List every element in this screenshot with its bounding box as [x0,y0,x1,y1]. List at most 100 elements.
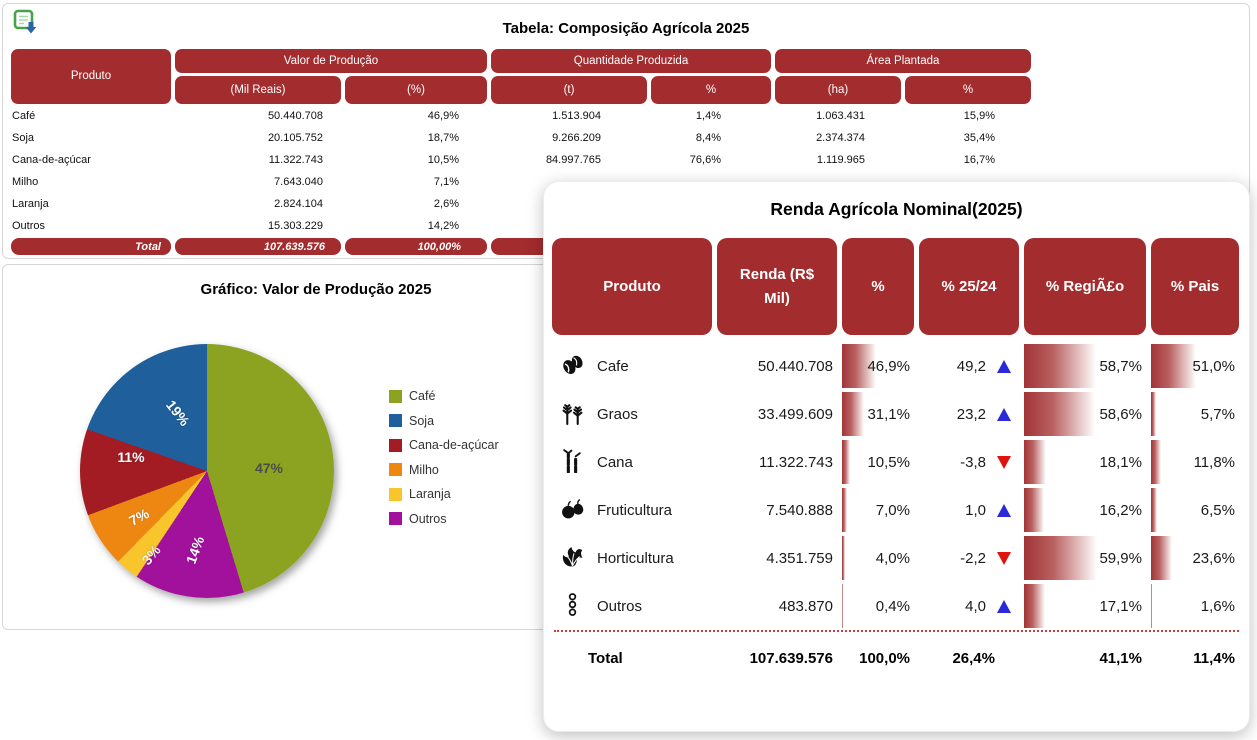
cell-value: 31,1% [867,406,910,423]
cell-variacao: -2,2 [919,550,1019,567]
cell-qtd: 1.513.904 [489,110,649,122]
sub-header: % [651,76,771,104]
legend-item[interactable]: Milho [389,463,499,477]
legend-item[interactable]: Café [389,389,499,403]
panel-column-header: % [842,238,914,335]
data-bar [1151,440,1161,484]
cell-pais: 6,5% [1151,488,1239,532]
panel-column-header: Produto [552,238,712,335]
cell-value: 10,5% [867,454,910,471]
panel-header-row: ProdutoRenda (R$ Mil)%% 25/24% RegiÃ£o% … [552,238,1244,335]
legend-swatch [389,463,402,476]
cell-pct: 4,0% [842,536,914,580]
legend-item[interactable]: Cana-de-açúcar [389,438,499,452]
data-bar [1151,584,1152,628]
cell-valor_pct: 46,9% [343,110,489,122]
cell-pais: 11,8% [1151,440,1239,484]
data-bar [1151,344,1196,388]
legend-label: Cana-de-açúcar [409,438,499,452]
total-cell: Total [11,238,171,255]
cell-regiao: 58,6% [1024,392,1146,436]
produto-label: Fruticultura [597,502,672,519]
cell-variacao: 1,0 [919,502,1019,519]
cell-pct: 7,0% [842,488,914,532]
cell-valor_pct: 10,5% [343,154,489,166]
cell-valor_pct: 18,7% [343,132,489,144]
legend-item[interactable]: Soja [389,414,499,428]
cell-variacao: 23,2 [919,406,1019,423]
cell-variacao: 49,2 [919,358,1019,375]
panel-row: Cafe50.440.70846,9%49,258,7%51,0% [552,342,1244,390]
cell-renda: 11.322.743 [717,454,837,471]
cell-area_pct: 16,7% [903,154,1033,166]
total-regiao: 41,1% [1024,650,1146,667]
variacao-value: 1,0 [965,502,986,519]
cell-value: 23,6% [1192,550,1235,567]
data-bar [1151,536,1172,580]
cell-renda: 33.499.609 [717,406,837,423]
total-pais: 11,4% [1151,650,1239,667]
table-title: Tabela: Composição Agrícola 2025 [3,20,1249,37]
total-separator [554,630,1239,632]
cell-area: 1.119.965 [773,154,903,166]
total-variacao: 26,4% [919,650,1019,667]
cell-value: 1,6% [1201,598,1235,615]
cell-variacao: 4,0 [919,598,1019,615]
cell-produto: Milho [9,176,173,188]
pie-chart[interactable] [80,344,334,598]
cell-value: 0,4% [876,598,910,615]
total-label: Total [552,650,712,667]
cell-renda: 50.440.708 [717,358,837,375]
cell-pct: 0,4% [842,584,914,628]
total-renda: 107.639.576 [717,650,837,667]
cell-qtd_pct: 76,6% [649,154,773,166]
panel-column-header: % RegiÃ£o [1024,238,1146,335]
legend-item[interactable]: Laranja [389,487,499,501]
data-bar [842,488,847,532]
cell-valor: 15.303.229 [173,220,343,232]
data-bar [842,536,845,580]
cell-pct: 46,9% [842,344,914,388]
panel-title: Renda Agrícola Nominal(2025) [544,199,1249,220]
pie-slice-label: 11% [117,449,144,465]
legend-swatch [389,488,402,501]
panel-row: Cana11.322.74310,5%-3,818,1%11,8% [552,438,1244,486]
cell-qtd: 84.997.765 [489,154,649,166]
column-header-produto: Produto [11,49,171,104]
trend-up-icon [997,600,1011,613]
data-bar [842,440,850,484]
legend-swatch [389,439,402,452]
legend-label: Soja [409,414,434,428]
cell-valor: 20.105.752 [173,132,343,144]
dots-icon [560,592,585,621]
cell-value: 58,6% [1099,406,1142,423]
legend-item[interactable]: Outros [389,512,499,526]
cell-value: 7,0% [876,502,910,519]
cell-pct: 31,1% [842,392,914,436]
group-header: Quantidade Produzida [491,49,771,73]
cell-area_pct: 35,4% [903,132,1033,144]
trend-up-icon [997,360,1011,373]
cell-produto: Cana [552,448,712,477]
sub-header: (Mil Reais) [175,76,341,104]
cell-regiao: 16,2% [1024,488,1146,532]
cell-pais: 51,0% [1151,344,1239,388]
sub-header: (%) [345,76,487,104]
total-pct: 100,0% [842,650,914,667]
trend-up-icon [997,504,1011,517]
cell-valor_pct: 14,2% [343,220,489,232]
data-bar [1024,536,1097,580]
cell-regiao: 18,1% [1024,440,1146,484]
produto-label: Cana [597,454,633,471]
trend-down-icon [997,456,1011,469]
fruits-icon [560,496,585,525]
produto-label: Outros [597,598,642,615]
panel-row: Horticultura4.351.7594,0%-2,259,9%23,6% [552,534,1244,582]
cell-valor: 50.440.708 [173,110,343,122]
variacao-value: 4,0 [965,598,986,615]
panel-column-header: % Pais [1151,238,1239,335]
cell-regiao: 59,9% [1024,536,1146,580]
cell-area: 2.374.374 [773,132,903,144]
data-bar [1151,488,1157,532]
panel-row: Outros483.8700,4%4,017,1%1,6% [552,582,1244,630]
